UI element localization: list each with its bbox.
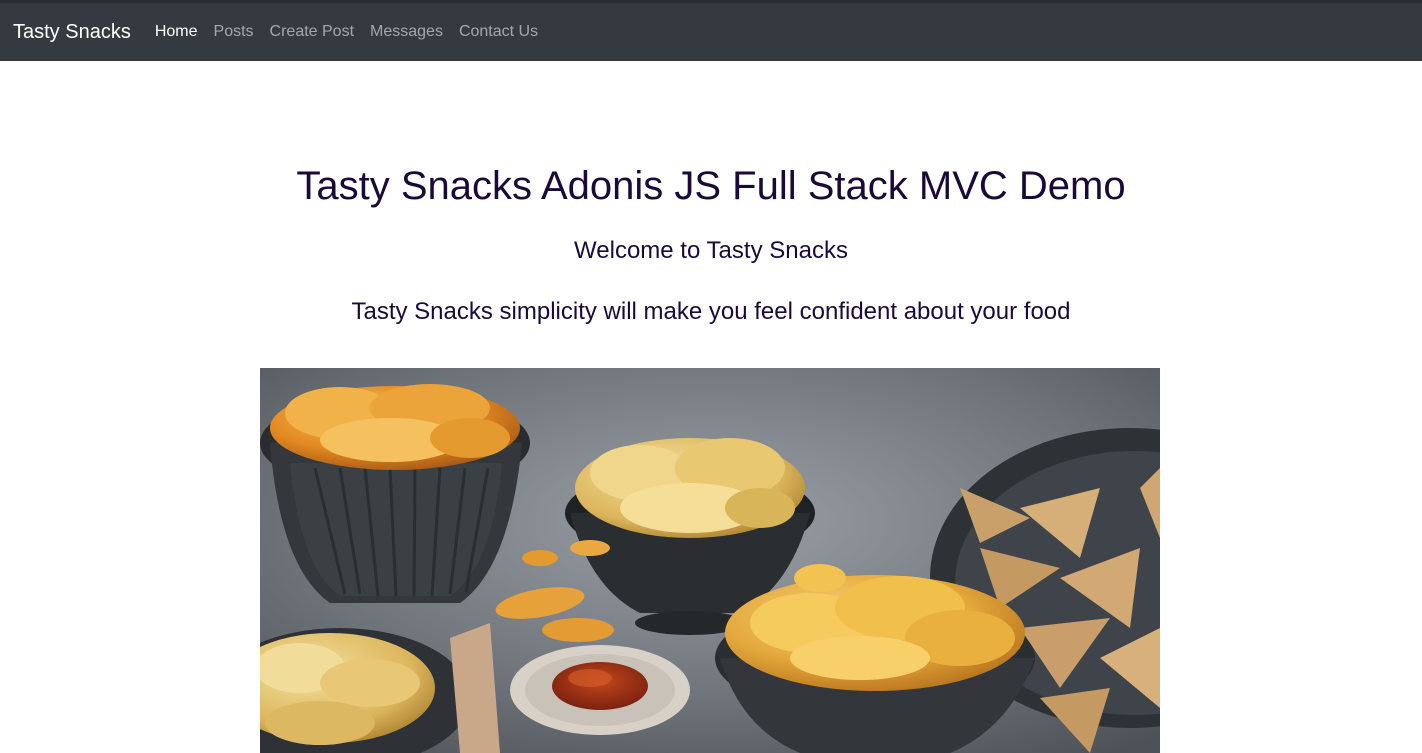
nav-link-home[interactable]: Home [147,23,206,41]
main-content: Tasty Snacks Adonis JS Full Stack MVC De… [0,61,1422,753]
nav-item-contact-us: Contact Us [451,23,546,41]
snack-bowls-illustration [260,368,1160,753]
tagline-heading: Tasty Snacks simplicity will make you fe… [351,298,1071,325]
brand-link[interactable]: Tasty Snacks [13,21,131,44]
nav-link-contact-us[interactable]: Contact Us [451,23,546,41]
page-title: Tasty Snacks Adonis JS Full Stack MVC De… [296,164,1126,208]
welcome-heading: Welcome to Tasty Snacks [574,237,848,264]
nav-item-home: Home [147,23,206,41]
nav-item-messages: Messages [362,23,451,41]
top-navbar: Tasty Snacks Home Posts Create Post Mess… [0,0,1422,61]
nav-link-posts[interactable]: Posts [206,23,262,41]
nav-menu: Home Posts Create Post Messages Contact … [147,23,546,41]
nav-link-messages[interactable]: Messages [362,23,451,41]
nav-link-create-post[interactable]: Create Post [262,23,362,41]
hero-image [260,368,1160,753]
nav-item-create-post: Create Post [262,23,362,41]
nav-item-posts: Posts [206,23,262,41]
